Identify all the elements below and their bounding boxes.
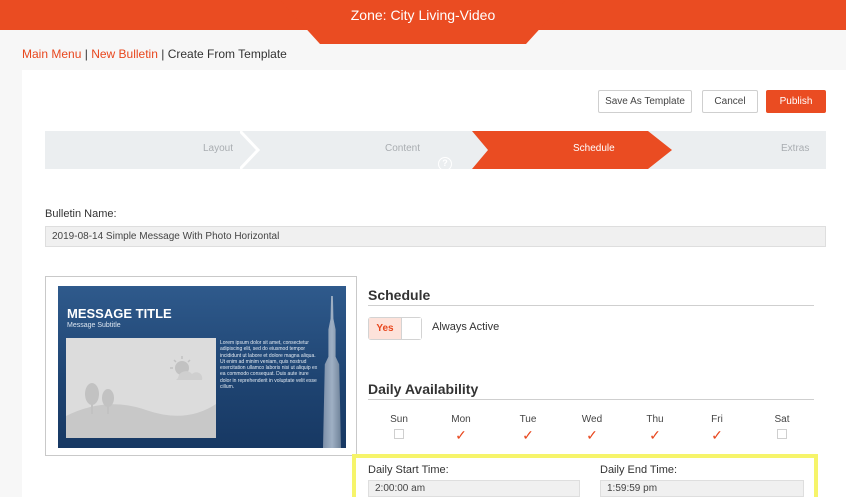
image-placeholder-icon — [66, 356, 216, 438]
day-label: Thu — [646, 414, 664, 425]
breadcrumb-separator: | — [84, 47, 88, 61]
publish-button[interactable]: Publish — [766, 90, 826, 113]
daily-start-time-input[interactable]: 2:00:00 am — [368, 480, 580, 497]
day-tue[interactable]: Tue ✓ — [508, 414, 548, 442]
day-mon[interactable]: Mon ✓ — [441, 414, 481, 442]
checkbox-unchecked[interactable] — [394, 429, 404, 439]
photo-placeholder — [66, 338, 216, 438]
breadcrumb-main-menu[interactable]: Main Menu — [22, 47, 81, 61]
day-label: Fri — [711, 414, 723, 425]
daily-availability-divider — [368, 399, 814, 400]
day-sat[interactable]: Sat — [762, 414, 802, 439]
schedule-divider — [368, 305, 814, 306]
always-active-label: Always Active — [432, 321, 500, 333]
day-label: Tue — [519, 414, 537, 425]
breadcrumb: Main Menu | New Bulletin | Create From T… — [22, 47, 287, 61]
checkmark-icon[interactable]: ✓ — [572, 428, 612, 442]
zone-title: Zone: City Living-Video — [350, 7, 496, 23]
toggle-on-label: Yes — [369, 318, 401, 339]
day-label: Sun — [390, 414, 408, 425]
day-label: Wed — [581, 414, 603, 425]
breadcrumb-current: Create From Template — [167, 47, 287, 61]
bulletin-name-label: Bulletin Name: — [45, 208, 117, 220]
toggle-knob — [401, 318, 421, 339]
daily-end-time-input[interactable]: 1:59:59 pm — [600, 480, 804, 497]
daily-start-time-label: Daily Start Time: — [368, 464, 449, 476]
step-active-highlight — [472, 131, 672, 169]
step-separator — [240, 131, 260, 169]
breadcrumb-separator: | — [161, 47, 165, 61]
cancel-button[interactable]: Cancel — [702, 90, 758, 113]
preview-title: MESSAGE TITLE — [67, 306, 172, 321]
day-label: Mon — [451, 414, 471, 425]
schedule-heading: Schedule — [368, 287, 431, 303]
breadcrumb-new-bulletin[interactable]: New Bulletin — [91, 47, 158, 61]
tab-schedule[interactable]: Schedule — [573, 143, 615, 154]
day-thu[interactable]: Thu ✓ — [635, 414, 675, 442]
daily-end-time-label: Daily End Time: — [600, 464, 678, 476]
day-wed[interactable]: Wed ✓ — [572, 414, 612, 442]
day-label: Sat — [774, 414, 790, 425]
checkmark-icon[interactable]: ✓ — [508, 428, 548, 442]
day-sun[interactable]: Sun — [379, 414, 419, 439]
help-icon[interactable]: ? — [438, 157, 452, 171]
tab-extras[interactable]: Extras — [781, 143, 809, 154]
checkmark-icon[interactable]: ✓ — [635, 428, 675, 442]
step-wizard: Layout Content Schedule Extras — [45, 131, 826, 169]
building-graphic — [323, 296, 341, 448]
step-track — [45, 131, 826, 169]
save-as-template-button[interactable]: Save As Template — [598, 90, 692, 113]
day-fri[interactable]: Fri ✓ — [697, 414, 737, 442]
tab-content[interactable]: Content — [385, 143, 420, 154]
daily-availability-heading: Daily Availability — [368, 381, 479, 397]
bulletin-name-input[interactable]: 2019-08-14 Simple Message With Photo Hor… — [45, 226, 826, 247]
preview-subtitle: Message Subtitle — [67, 322, 121, 329]
checkmark-icon[interactable]: ✓ — [441, 428, 481, 442]
tab-layout[interactable]: Layout — [203, 143, 233, 154]
preview-body-text: Lorem ipsum dolor sit amet, consectetur … — [220, 340, 318, 391]
checkmark-icon[interactable]: ✓ — [697, 428, 737, 442]
template-preview[interactable]: MESSAGE TITLE Message Subtitle Lorem ips… — [58, 286, 346, 448]
always-active-toggle[interactable]: Yes — [368, 317, 422, 340]
checkbox-unchecked[interactable] — [777, 429, 787, 439]
